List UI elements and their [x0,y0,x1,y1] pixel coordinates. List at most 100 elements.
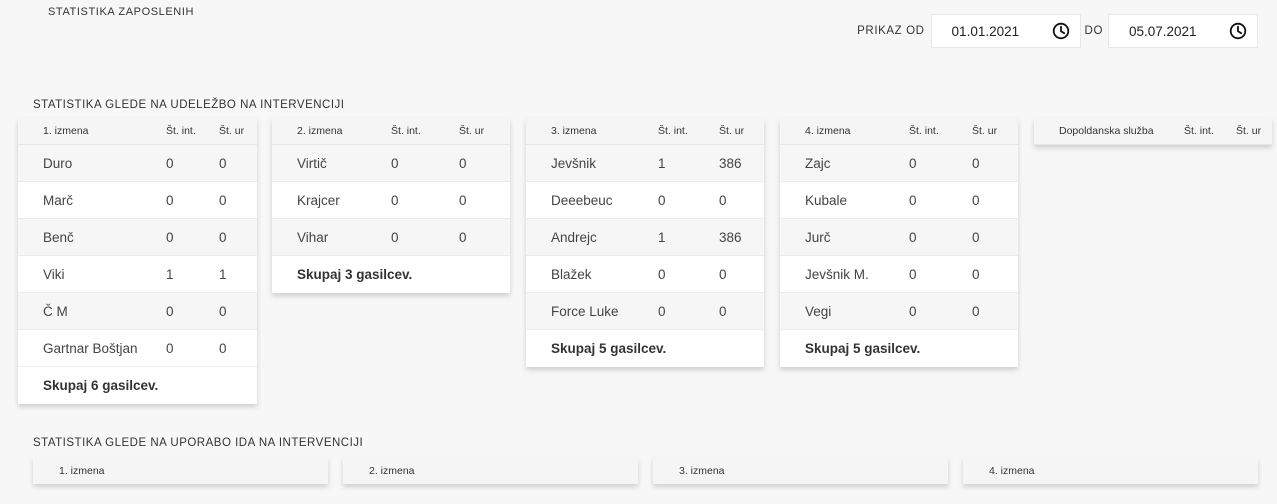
table-row: Marč 0 0 [18,182,257,219]
date-from-field[interactable]: 01.01.2021 [930,14,1081,48]
hours-count: 0 [219,155,227,171]
hours-count: 0 [219,340,227,356]
table-header: 4. izmena Št. int. Št. ur [780,118,1018,145]
table-total: Skupaj 5 gasilcev. [780,330,1018,367]
ida-shift-card: 4. izmena [963,457,1258,484]
hours-count: 0 [719,303,727,319]
header-shift-name[interactable]: 2. izmena [297,125,343,137]
table-header: Dopoldanska služba Št. int. Št. ur [1034,118,1272,145]
ida-shift-label[interactable]: 3. izmena [679,465,725,477]
ida-shift-label[interactable]: 2. izmena [369,465,415,477]
intervention-count: 0 [909,229,917,245]
table-row: Duro 0 0 [18,145,257,182]
shift-table: 2. izmena Št. int. Št. ur Virtič 0 0 Krajcer 0 0… [272,118,510,293]
intervention-count: 0 [909,155,917,171]
intervention-count: 0 [658,192,666,208]
table-row: Gartnar Boštjan 0 0 [18,330,257,367]
table-row: Virtič 0 0 [272,145,510,182]
table-row: Jurč 0 0 [780,219,1018,256]
header-intervention-count[interactable]: Št. int. [166,125,196,137]
clock-icon[interactable] [1229,22,1247,40]
firefighter-name: Krajcer [297,192,340,208]
table-row: Vegi 0 0 [780,293,1018,330]
ida-shift-label[interactable]: 4. izmena [989,465,1035,477]
hours-count: 0 [972,303,980,319]
intervention-count: 0 [166,340,174,356]
intervention-count: 0 [909,303,917,319]
shift-table: 1. izmena Št. int. Št. ur Duro 0 0 Marč 0 0 Benč 0… [18,118,257,404]
firefighter-name: Jevšnik [551,155,597,171]
firefighter-name: Jurč [805,229,831,245]
header-hours[interactable]: Št. ur [459,125,484,137]
header-shift-name[interactable]: 3. izmena [551,125,597,137]
table-row: Benč 0 0 [18,219,257,256]
intervention-count: 0 [166,192,174,208]
hours-count: 0 [972,155,980,171]
firefighter-name: Benč [43,229,74,245]
page-title: STATISTIKA ZAPOSLENIH [48,6,195,18]
hours-count: 0 [219,192,227,208]
firefighter-name: Vegi [805,303,832,319]
to-label: DO [1084,25,1103,37]
table-total: Skupaj 6 gasilcev. [18,367,257,404]
ida-shift-label[interactable]: 1. izmena [59,465,105,477]
firefighter-name: Virtič [297,155,327,171]
table-row: Jevšnik 1 386 [526,145,764,182]
table-row: Force Luke 0 0 [526,293,764,330]
header-hours[interactable]: Št. ur [1236,125,1261,137]
table-header: 2. izmena Št. int. Št. ur [272,118,510,145]
table-row: Vihar 0 0 [272,219,510,256]
table-body: Virtič 0 0 Krajcer 0 0 Vihar 0 0 [272,145,510,256]
table-row: Deeebeuc 0 0 [526,182,764,219]
header-intervention-count[interactable]: Št. int. [391,125,421,137]
intervention-count: 0 [166,155,174,171]
ida-shift-card: 1. izmena [33,457,328,484]
table-header: 1. izmena Št. int. Št. ur [18,118,257,145]
date-from-value: 01.01.2021 [951,23,1020,39]
hours-count: 386 [719,229,742,245]
firefighter-name: Zajc [805,155,831,171]
date-to-field[interactable]: 05.07.2021 [1108,14,1258,48]
header-intervention-count[interactable]: Št. int. [1184,125,1214,137]
hours-count: 0 [219,303,227,319]
header-shift-name[interactable]: 4. izmena [805,125,851,137]
header-shift-name[interactable]: Dopoldanska služba [1059,125,1154,137]
header-hours[interactable]: Št. ur [972,125,997,137]
table-total: Skupaj 3 gasilcev. [272,256,510,293]
header-hours[interactable]: Št. ur [719,125,744,137]
intervention-count: 0 [909,266,917,282]
intervention-count: 0 [391,229,399,245]
date-range-filter: PRIKAZ OD 01.01.2021 DO 05.07.2021 [857,14,1258,48]
table-row: Viki 1 1 [18,256,257,293]
intervention-count: 0 [391,155,399,171]
header-intervention-count[interactable]: Št. int. [658,125,688,137]
clock-icon[interactable] [1052,22,1070,40]
table-total: Skupaj 5 gasilcev. [526,330,764,367]
table-row: Jevšnik M. 0 0 [780,256,1018,293]
intervention-count: 1 [658,155,666,171]
intervention-count: 1 [658,229,666,245]
firefighter-name: Vihar [297,229,329,245]
hours-count: 1 [219,266,227,282]
table-row: Krajcer 0 0 [272,182,510,219]
firefighter-name: Duro [43,155,73,171]
header-hours[interactable]: Št. ur [219,125,244,137]
shift-table: Dopoldanska služba Št. int. Št. ur [1034,118,1272,145]
shift-table: 4. izmena Št. int. Št. ur Zajc 0 0 Kubale 0 0 Jur… [780,118,1018,367]
table-row: Blažek 0 0 [526,256,764,293]
ida-shift-card: 2. izmena [343,457,638,484]
ida-shift-card: 3. izmena [653,457,948,484]
firefighter-name: Kubale [805,192,848,208]
firefighter-name: Marč [43,192,73,208]
firefighter-name: Viki [43,266,65,282]
header-shift-name[interactable]: 1. izmena [43,125,89,137]
hours-count: 386 [719,155,742,171]
header-intervention-count[interactable]: Št. int. [909,125,939,137]
firefighter-name: Č M [43,303,68,319]
hours-count: 0 [459,192,467,208]
hours-count: 0 [719,192,727,208]
hours-count: 0 [719,266,727,282]
intervention-count: 0 [166,303,174,319]
table-body: Duro 0 0 Marč 0 0 Benč 0 0 Viki 1 1 Č M 0 0 Gartnar Boš… [18,145,257,367]
interventions-section-title: STATISTIKA GLEDE NA UDELEŽBO NA INTERVEN… [33,99,345,111]
